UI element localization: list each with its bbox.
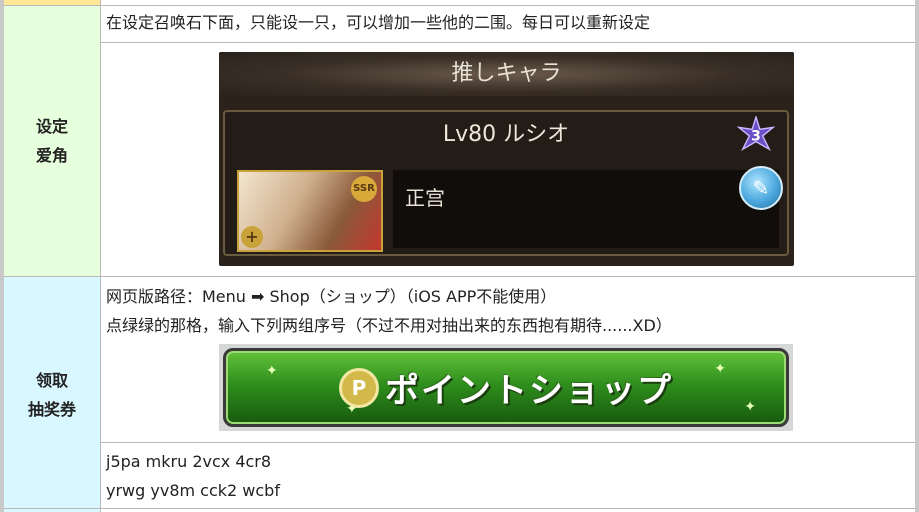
point-shop-label: ポイントショップ xyxy=(385,371,673,411)
ssr-badge: SSR xyxy=(351,176,377,202)
table-right-border xyxy=(915,0,919,512)
row-label-set-favorite: 设定 爱角 xyxy=(4,6,101,276)
label-line: 爱角 xyxy=(35,146,68,165)
level-star-icon: 3 xyxy=(737,116,775,152)
character-portrait: SSR + xyxy=(237,170,383,252)
page: 设定 爱角 在设定召唤石下面，只能设一只，可以增加一些他的二围。每日可以重新设定… xyxy=(0,0,919,512)
serial-instruction: 点绿绿的那格，输入下列两组序号（不过不用对抽出来的东西抱有期待......XD） xyxy=(106,316,672,335)
path-instruction: 网页版路径：Menu ➡ Shop（ショップ）（iOS APP不能使用） xyxy=(106,287,557,306)
character-card: Lv80 ルシオ 3 SSR + 正宫 ✎ xyxy=(223,110,789,256)
divider xyxy=(4,508,915,509)
favorite-description: 在设定召唤石下面，只能设一只，可以增加一些他的二围。每日可以重新设定 xyxy=(106,13,651,32)
label-line: 设定 xyxy=(35,117,68,136)
plus-icon: + xyxy=(241,226,263,248)
label-line: 抽奖券 xyxy=(27,399,76,419)
favorite-character-panel: 推しキャラ Lv80 ルシオ 3 SSR + 正宫 ✎ xyxy=(219,52,794,266)
serial-code: j5pa mkru 2vcx 4cr8 xyxy=(106,452,272,471)
comment-area: 正宫 xyxy=(393,170,779,248)
edit-pencil-icon[interactable]: ✎ xyxy=(739,166,783,210)
point-shop-banner[interactable]: ✦ ✦ ✦ ✦ P ポイントショップ xyxy=(219,344,793,431)
panel-title: 推しキャラ xyxy=(219,52,794,96)
divider xyxy=(4,276,915,277)
serial-code: yrwg yv8m cck2 wcbf xyxy=(106,481,280,500)
divider xyxy=(4,5,915,6)
row-label-claim-tickets: 领取 抽奖券 xyxy=(4,277,101,512)
character-comment: 正宫 xyxy=(405,186,445,210)
divider xyxy=(101,42,915,43)
label-line: 领取 xyxy=(35,370,68,390)
level-badge-number: 3 xyxy=(751,129,761,145)
divider xyxy=(101,442,915,443)
point-coin-icon: P xyxy=(339,367,379,408)
character-name: Lv80 ルシオ xyxy=(442,122,570,147)
point-shop-button[interactable]: ✦ ✦ ✦ ✦ P ポイントショップ xyxy=(223,348,789,427)
